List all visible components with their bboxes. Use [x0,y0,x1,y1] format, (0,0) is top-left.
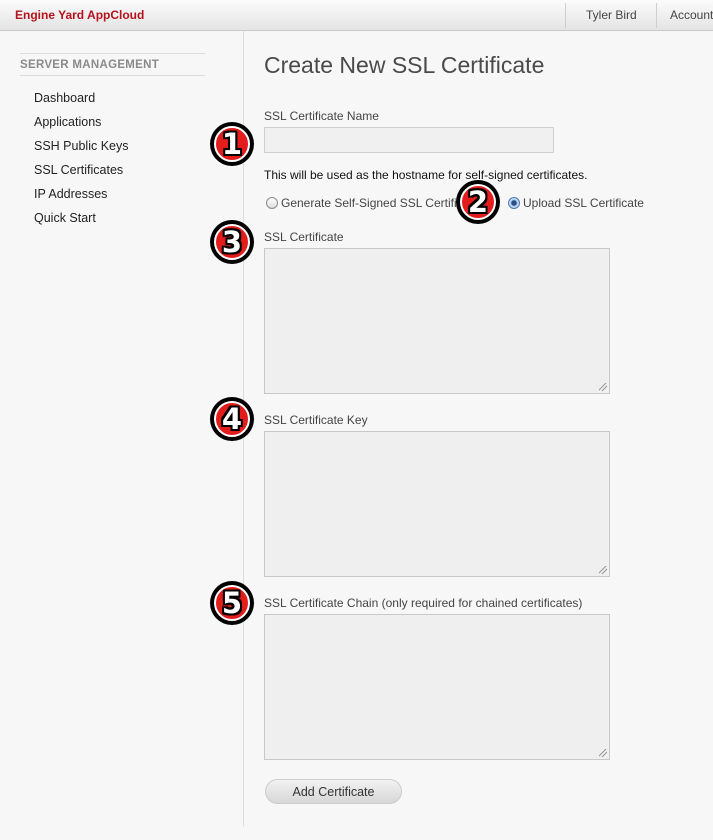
certificate-key-label: SSL Certificate Key [264,413,368,427]
annotation-marker-5: 5 [210,581,254,625]
annotation-marker-2: 2 [456,180,500,224]
marker-number: 2 [460,184,496,220]
certificate-label: SSL Certificate [264,230,344,244]
add-certificate-button[interactable]: Add Certificate [265,779,402,804]
account-link[interactable]: Account [670,8,713,22]
generate-self-signed-label: Generate Self-Signed SSL Certificate [281,196,480,210]
certificate-name-label: SSL Certificate Name [264,109,379,123]
upload-certificate-radio[interactable] [508,197,520,209]
marker-number: 4 [214,401,250,437]
sidebar-item-applications[interactable]: Applications [34,115,101,129]
brand-logo-text[interactable]: Engine Yard AppCloud [15,8,144,22]
marker-number: 3 [214,224,250,260]
sidebar-item-ssl-certificates[interactable]: SSL Certificates [34,163,123,177]
user-name-link[interactable]: Tyler Bird [586,8,637,22]
page-title: Create New SSL Certificate [264,52,545,78]
sidebar-item-dashboard[interactable]: Dashboard [34,91,95,105]
top-bar-divider [656,3,657,28]
sidebar-item-quick-start[interactable]: Quick Start [34,211,96,225]
annotation-marker-1: 1 [210,122,254,166]
certificate-name-input[interactable] [264,127,554,153]
generate-self-signed-radio[interactable] [266,197,278,209]
sidebar-item-ssh-public-keys[interactable]: SSH Public Keys [34,139,128,153]
sidebar-item-ip-addresses[interactable]: IP Addresses [34,187,107,201]
top-bar: Engine Yard AppCloud Tyler Bird Account [0,0,713,31]
certificate-chain-textarea[interactable] [264,614,610,760]
certificate-textarea[interactable] [264,248,610,394]
upload-certificate-label: Upload SSL Certificate [523,196,644,210]
resize-handle-icon[interactable] [599,383,607,391]
top-bar-divider [565,3,566,28]
resize-handle-icon[interactable] [599,749,607,757]
marker-number: 1 [214,126,250,162]
generate-self-signed-option[interactable]: Generate Self-Signed SSL Certificate [266,196,479,210]
upload-certificate-option[interactable]: Upload SSL Certificate [508,196,644,210]
annotation-marker-4: 4 [210,397,254,441]
certificate-chain-label: SSL Certificate Chain (only required for… [264,596,583,610]
resize-handle-icon[interactable] [599,566,607,574]
sidebar-heading: SERVER MANAGEMENT [20,53,205,76]
hostname-hint: This will be used as the hostname for se… [264,168,588,182]
marker-number: 5 [214,585,250,621]
annotation-marker-3: 3 [210,220,254,264]
certificate-key-textarea[interactable] [264,431,610,577]
